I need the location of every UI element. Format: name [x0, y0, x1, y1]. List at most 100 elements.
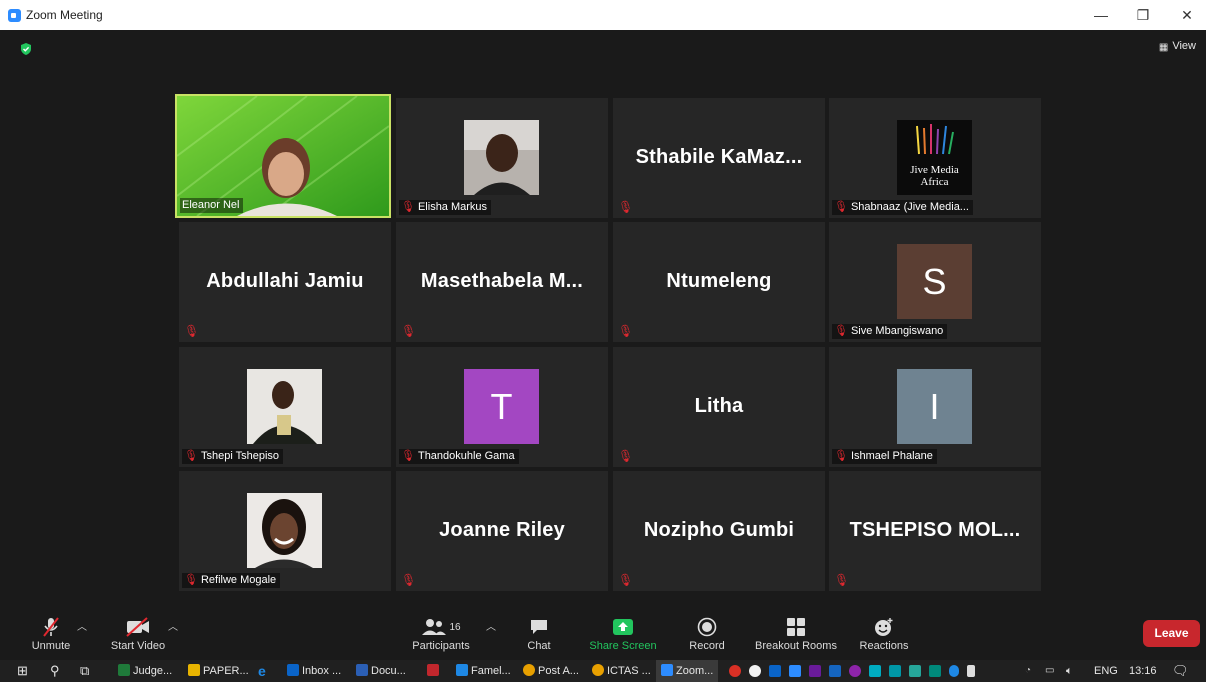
- clock[interactable]: 13:16: [1129, 660, 1157, 682]
- usb-icon[interactable]: [967, 665, 975, 677]
- outlook-icon: [287, 664, 299, 676]
- zoom-logo-icon: [8, 9, 21, 22]
- jive-logo-icon: [916, 124, 954, 155]
- taskbar-item-word[interactable]: Docu...: [356, 660, 406, 682]
- maximize-button[interactable]: ❐: [1128, 4, 1158, 26]
- participant-avatar: I: [897, 369, 972, 444]
- participant-avatar: T: [464, 369, 539, 444]
- taskbar-item-label: Inbox ...: [302, 665, 342, 677]
- taskbar-item-label: PAPER...: [203, 665, 249, 677]
- task-view-icon[interactable]: ⧉: [80, 660, 89, 682]
- audio-options-chevron-icon[interactable]: ︿: [77, 618, 87, 633]
- app-icon[interactable]: [749, 665, 761, 677]
- window-title: Zoom Meeting: [26, 8, 103, 22]
- participant-tile[interactable]: Litha 🎙︎: [613, 347, 825, 467]
- mic-muted-icon: 🎙︎: [401, 573, 417, 587]
- participant-name: Litha: [694, 395, 744, 417]
- wifi-icon[interactable]: ◔: [1025, 660, 1031, 682]
- minimize-button[interactable]: —: [1086, 4, 1116, 26]
- mic-muted-icon: 🎙︎: [184, 324, 200, 338]
- breakout-rooms-label: Breakout Rooms: [755, 640, 837, 652]
- word-icon: [356, 664, 368, 676]
- taskbar-item-pdf[interactable]: [427, 660, 442, 682]
- share-screen-button[interactable]: Share Screen: [586, 614, 660, 652]
- app-icon[interactable]: [769, 665, 781, 677]
- participant-tile[interactable]: 🎙︎ Elisha Markus: [396, 98, 608, 218]
- notifications-icon[interactable]: 🗨︎: [1172, 660, 1189, 682]
- logo-text-line2: Africa: [920, 176, 949, 188]
- mic-muted-icon: 🎙︎: [401, 324, 417, 338]
- participant-name-label: 🎙︎ Thandokuhle Gama: [399, 449, 519, 464]
- app-icon[interactable]: [869, 665, 881, 677]
- participant-tile[interactable]: Masethabela M... 🎙︎: [396, 222, 608, 342]
- participant-tile[interactable]: Abdullahi Jamiu 🎙︎: [179, 222, 391, 342]
- view-button[interactable]: ▦ View: [1159, 40, 1196, 53]
- battery-icon[interactable]: ▭: [1045, 660, 1054, 682]
- taskbar-item-zoom[interactable]: Zoom...: [656, 660, 719, 682]
- participant-name: Masethabela M...: [420, 270, 584, 292]
- participant-name: Joanne Riley: [439, 519, 565, 541]
- participants-options-chevron-icon[interactable]: ︿: [486, 618, 496, 633]
- participant-name: TSHEPISO MOL...: [849, 519, 1021, 541]
- mail-icon[interactable]: [829, 665, 841, 677]
- participant-tile[interactable]: Jive Media Africa 🎙︎ Shabnaaz (Jive Media…: [829, 98, 1041, 218]
- participant-name: Eleanor Nel: [182, 199, 240, 211]
- logo-text-line1: Jive Media: [910, 164, 959, 176]
- participant-tile[interactable]: Nozipho Gumbi 🎙︎: [613, 471, 825, 591]
- participants-label: Participants: [412, 640, 470, 652]
- participant-tile[interactable]: TSHEPISO MOL... 🎙︎: [829, 471, 1041, 591]
- os-taskbar: ⊞ ⚲ ⧉ Judge... PAPER... e Inbox ... Docu…: [0, 660, 1206, 682]
- mic-muted-icon: 🎙︎: [618, 200, 634, 214]
- participant-tile[interactable]: Joanne Riley 🎙︎: [396, 471, 608, 591]
- reactions-label: Reactions: [859, 640, 909, 652]
- app-icon[interactable]: [729, 665, 741, 677]
- pdf-icon: [427, 664, 439, 676]
- participant-logo: Jive Media Africa: [897, 120, 972, 195]
- record-button[interactable]: Record: [684, 614, 730, 652]
- app-icon[interactable]: [849, 665, 861, 677]
- search-icon[interactable]: ⚲: [50, 660, 60, 682]
- participant-tile[interactable]: T 🎙︎ Thandokuhle Gama: [396, 347, 608, 467]
- participant-tile[interactable]: 🎙︎ Tshepi Tshepiso: [179, 347, 391, 467]
- mic-muted-icon: 🎙︎: [401, 201, 415, 213]
- chrome-icon: [523, 664, 535, 676]
- app-icon[interactable]: [789, 665, 801, 677]
- taskbar-item-chrome[interactable]: Post A...: [523, 660, 579, 682]
- participant-tile[interactable]: Sthabile KaMaz... 🎙︎: [613, 98, 825, 218]
- app-icon[interactable]: [889, 665, 901, 677]
- start-video-button[interactable]: Start Video: [103, 614, 173, 652]
- taskbar-item-edge[interactable]: Famel...: [456, 660, 511, 682]
- app-icon[interactable]: [929, 665, 941, 677]
- leave-button[interactable]: Leave: [1143, 620, 1200, 647]
- edge-legacy-icon[interactable]: e: [258, 660, 266, 682]
- participant-tile[interactable]: Ntumeleng 🎙︎: [613, 222, 825, 342]
- windows-start-icon[interactable]: ⊞: [17, 660, 28, 682]
- taskbar-item-folder[interactable]: PAPER...: [188, 660, 249, 682]
- mic-muted-icon: [26, 614, 76, 640]
- zoom-icon: [661, 664, 673, 676]
- taskbar-item-chrome-2[interactable]: ICTAS ...: [592, 660, 651, 682]
- chat-button[interactable]: Chat: [521, 614, 557, 652]
- participant-tile[interactable]: Eleanor Nel: [175, 94, 391, 218]
- app-icon[interactable]: [809, 665, 821, 677]
- taskbar-item-outlook[interactable]: Inbox ...: [287, 660, 341, 682]
- volume-icon[interactable]: 🔈︎: [1066, 660, 1073, 682]
- app-icon[interactable]: [909, 665, 921, 677]
- participant-tile[interactable]: S 🎙︎ Sive Mbangiswano: [829, 222, 1041, 342]
- reactions-smiley-icon: [855, 614, 913, 640]
- video-options-chevron-icon[interactable]: ︿: [168, 618, 178, 633]
- taskbar-item-excel[interactable]: Judge...: [118, 660, 172, 682]
- participant-name-label: 🎙︎ Sive Mbangiswano: [832, 324, 948, 339]
- participants-button[interactable]: 16 Participants: [405, 614, 477, 652]
- mic-muted-icon: 🎙︎: [834, 573, 850, 587]
- participant-tile[interactable]: 🎙︎ Refilwe Mogale: [179, 471, 391, 591]
- security-shield-icon[interactable]: [20, 43, 32, 55]
- breakout-rooms-button[interactable]: Breakout Rooms: [748, 614, 844, 652]
- reactions-button[interactable]: Reactions: [855, 614, 913, 652]
- bluetooth-icon[interactable]: [949, 665, 959, 677]
- language-indicator[interactable]: ENG: [1094, 660, 1118, 682]
- close-button[interactable]: ✕: [1172, 4, 1202, 26]
- participant-tile[interactable]: I 🎙︎ Ishmael Phalane: [829, 347, 1041, 467]
- unmute-button[interactable]: Unmute: [26, 614, 76, 652]
- participant-name: Abdullahi Jamiu: [206, 270, 364, 292]
